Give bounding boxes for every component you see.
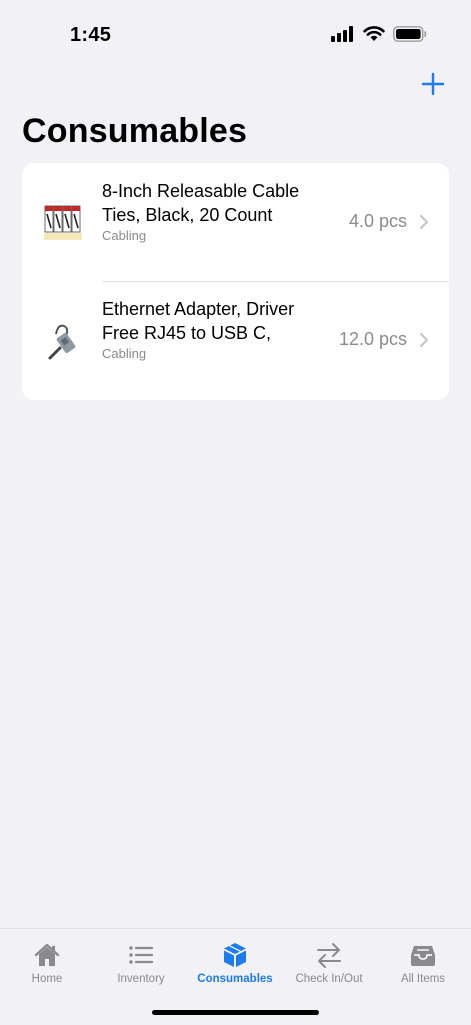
item-name: Ethernet Adapter, Driver Free RJ45 to US… [102,299,295,343]
status-icons [331,26,427,42]
arrows-icon [317,943,341,968]
list-item[interactable]: Ethernet Adapter, Driver Free RJ45 to US… [22,281,449,399]
chevron-right-icon [420,215,428,229]
tab-inventory[interactable]: Inventory [94,929,188,999]
ethernet-adapter-thumbnail [42,318,86,362]
home-indicator [152,1010,319,1015]
tab-label: All Items [400,973,446,985]
item-text: Ethernet Adapter, Driver Free RJ45 to US… [102,297,302,361]
status-time: 1:45 [70,24,112,46]
tab-check-in-out[interactable]: Check In/Out [282,929,376,999]
tab-consumables[interactable]: Consumables [188,929,282,999]
consumables-list: 8-Inch Releasable Cable Ties, Black, 20 … [22,163,449,400]
item-category: Cabling [102,228,147,243]
battery-icon [393,26,427,42]
tab-label: Home [31,973,63,985]
tab-label: Check In/Out [295,973,363,985]
chevron-right-icon [420,333,428,347]
list-item[interactable]: 8-Inch Releasable Cable Ties, Black, 20 … [22,163,449,281]
tab-all-items[interactable]: All Items [376,929,470,999]
tab-home[interactable]: Home [0,929,94,999]
item-category: Cabling [102,346,147,361]
plus-icon[interactable] [419,70,447,98]
item-quantity: 12.0 pcs [338,329,407,349]
tab-label: Consumables [197,973,273,985]
cellular-signal-icon [331,26,353,42]
tray-icon [411,946,435,966]
page-title: Consumables [22,112,248,150]
wifi-icon [363,26,385,41]
tab-label: Inventory [117,973,165,985]
item-text: 8-Inch Releasable Cable Ties, Black, 20 … [102,179,302,243]
status-bar: 1:45 [0,0,471,60]
item-name: 8-Inch Releasable Cable Ties, Black, 20 … [102,181,300,225]
item-quantity: 4.0 pcs [348,211,407,231]
house-icon [34,943,60,966]
box-icon [224,943,246,967]
cable-ties-thumbnail [42,200,86,244]
list-icon [129,946,154,964]
